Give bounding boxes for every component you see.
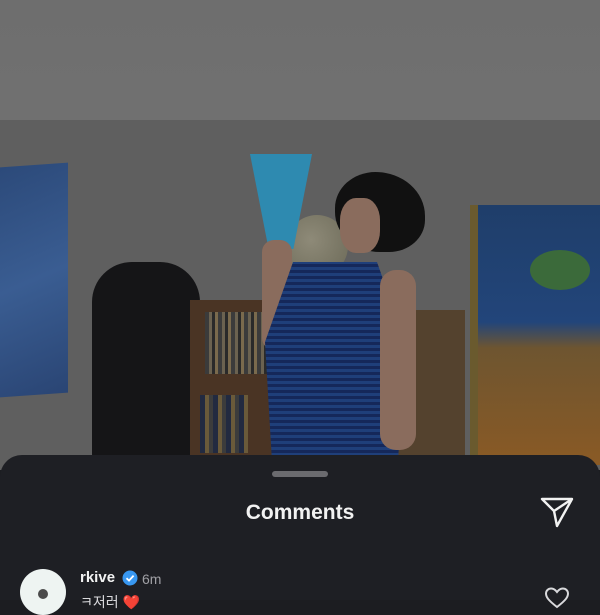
tapestry — [470, 205, 600, 465]
sheet-drag-handle[interactable] — [272, 471, 328, 477]
send-icon-graphic — [540, 497, 574, 528]
verified-badge-icon — [122, 570, 138, 586]
hanging-wetsuit — [92, 262, 200, 462]
comment-text: ㅋ저러 ❤️ — [80, 594, 140, 610]
comment-time: 6m — [142, 571, 162, 587]
person-face — [340, 198, 380, 253]
tapestry-palm — [530, 250, 590, 290]
send-icon[interactable] — [538, 493, 576, 531]
avatar[interactable] — [20, 569, 66, 615]
comment-username[interactable]: rkive — [80, 569, 115, 586]
sheet-title: Comments — [245, 501, 355, 524]
post-photo — [0, 0, 600, 470]
heart-outline-icon[interactable] — [544, 587, 570, 609]
books-lower — [200, 395, 248, 453]
comments-sheet: Comments rkive 6m ㅋ저러 ❤️ — [0, 455, 600, 615]
person-arm — [380, 270, 416, 450]
avatar-mark — [38, 589, 48, 599]
wall-poster — [0, 162, 68, 398]
